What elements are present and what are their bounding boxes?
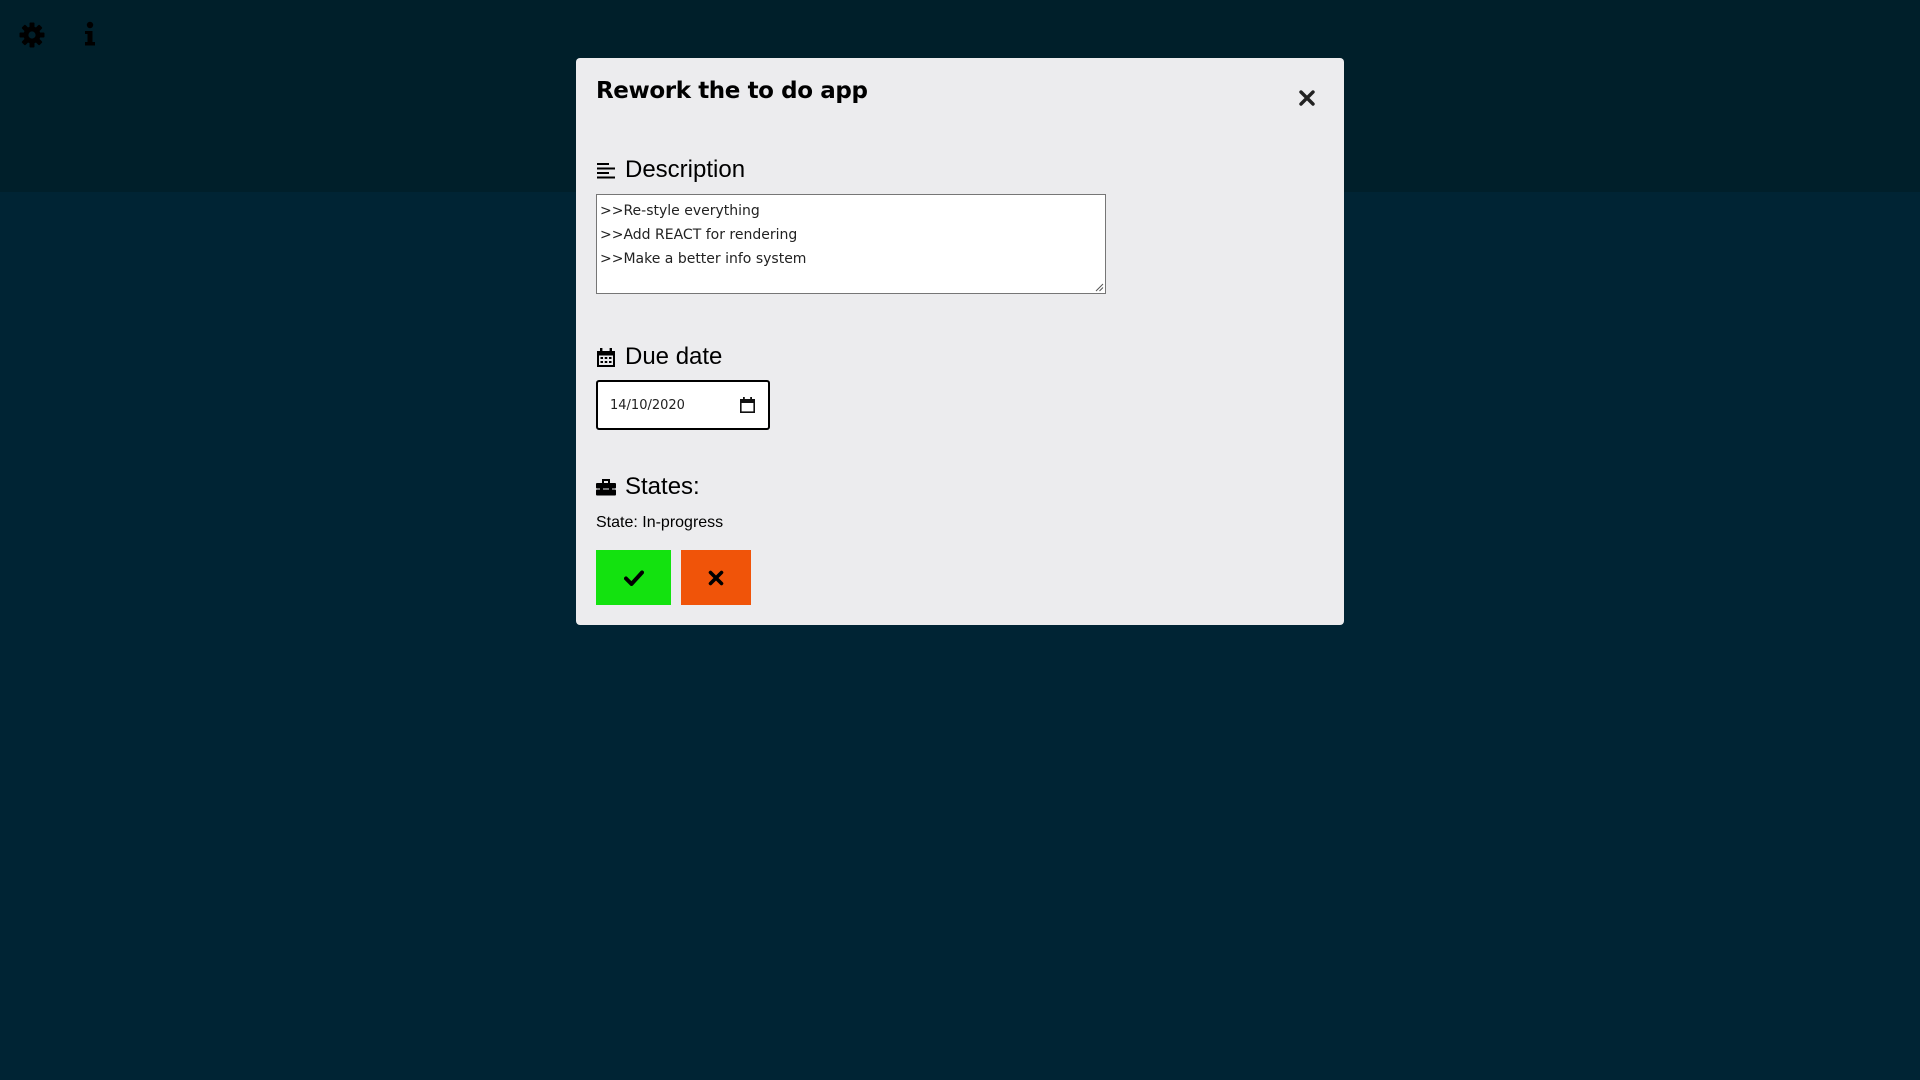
- info-button[interactable]: [74, 18, 106, 52]
- description-heading-label: Description: [625, 156, 746, 183]
- mark-cancelled-button[interactable]: [681, 550, 751, 605]
- due-date-heading: Due date: [596, 343, 722, 371]
- close-icon: [708, 570, 724, 585]
- description-heading: Description: [596, 156, 745, 184]
- check-icon: [623, 570, 644, 586]
- modal-title: Rework the to do app: [596, 78, 868, 104]
- calendar-picker-icon: [739, 397, 755, 413]
- calendar-picker-button[interactable]: [738, 396, 756, 414]
- gear-icon: [19, 22, 45, 48]
- resize-grip-icon[interactable]: [1095, 283, 1104, 292]
- states-heading: States:: [596, 473, 700, 501]
- due-date-value: 14/10/2020: [610, 397, 685, 413]
- due-date-input[interactable]: 14/10/2020: [596, 380, 770, 430]
- description-textarea[interactable]: >>Re-style everything >>Add REACT for re…: [596, 194, 1106, 294]
- current-state-text: State: In-progress: [596, 514, 724, 531]
- settings-button[interactable]: [16, 18, 48, 52]
- info-icon: [85, 21, 95, 46]
- align-left-icon: [596, 160, 616, 180]
- calendar-icon: [596, 347, 616, 367]
- mark-done-button[interactable]: [596, 550, 671, 605]
- close-icon: [1299, 90, 1315, 106]
- toolbox-icon: [596, 477, 616, 497]
- modal-close-button[interactable]: [1296, 87, 1318, 109]
- states-heading-label: States:: [625, 473, 700, 500]
- due-date-heading-label: Due date: [625, 343, 723, 370]
- task-modal: Rework the to do app Description >>Re-st…: [576, 58, 1344, 625]
